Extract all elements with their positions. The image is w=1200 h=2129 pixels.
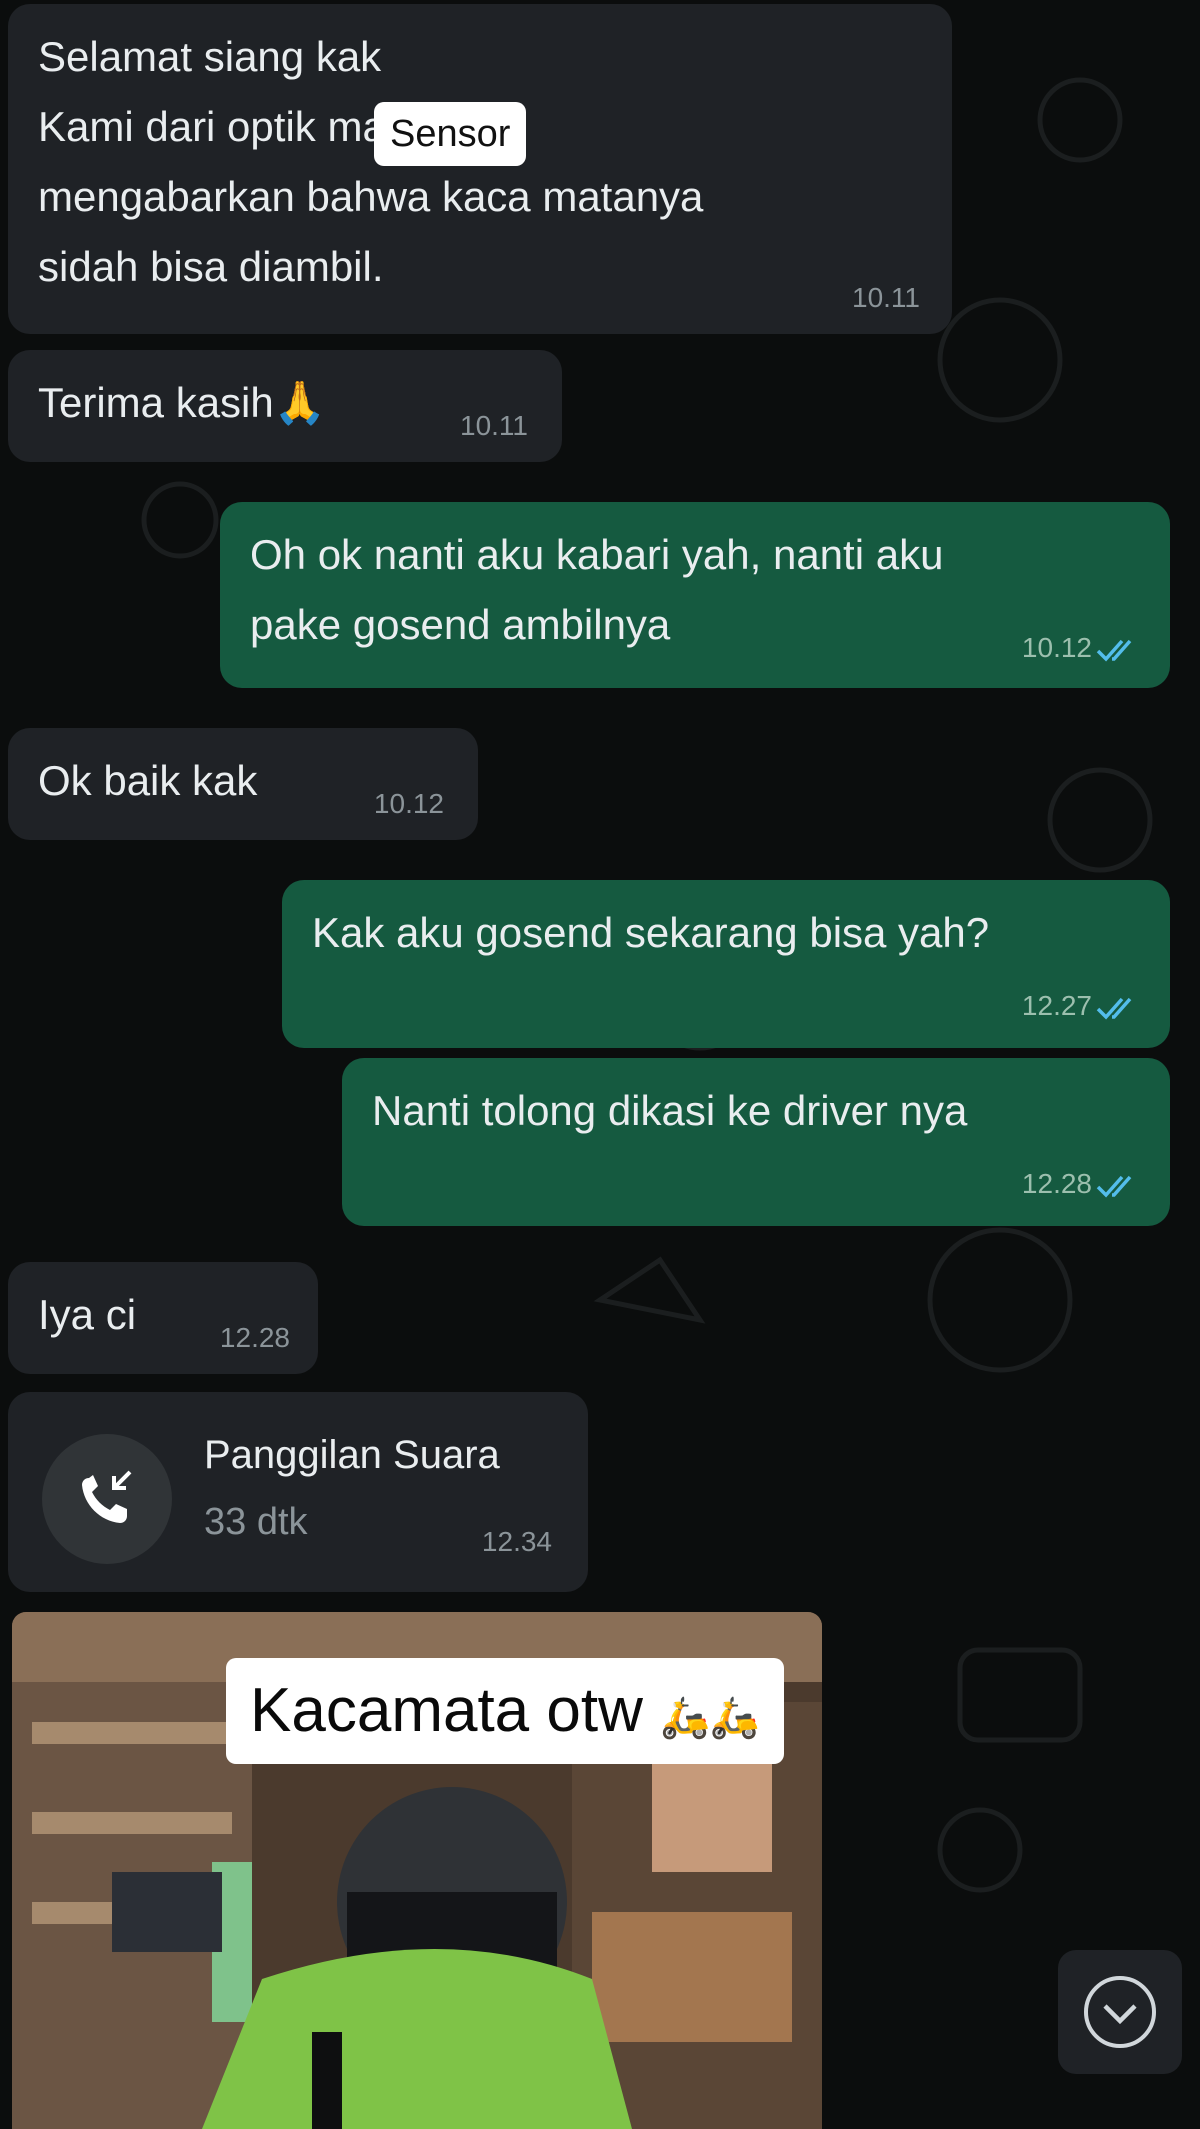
- message-bubble-incoming[interactable]: Iya ci 12.28: [8, 1262, 318, 1374]
- message-time: 12.28: [219, 1322, 290, 1353]
- chevron-down-icon: [1084, 1976, 1156, 2048]
- message-time: 10.11: [852, 282, 920, 313]
- voice-call-bubble[interactable]: Panggilan Suara 33 dtk 12.34: [8, 1392, 588, 1592]
- call-icon-circle: [42, 1434, 172, 1564]
- message-text: Ok baik kak: [38, 757, 258, 804]
- photo-caption: Kacamata otw 🛵🛵: [226, 1658, 784, 1764]
- scooter-emoji: 🛵🛵: [660, 1696, 760, 1740]
- message-time: 10.12: [373, 788, 444, 819]
- read-ticks-icon: [1096, 639, 1132, 662]
- call-duration: 33 dtk: [204, 1501, 308, 1543]
- message-text: Iya ci: [38, 1291, 137, 1338]
- message-bubble-outgoing[interactable]: Kak aku gosend sekarang bisa yah? 12.27: [282, 880, 1170, 1048]
- message-time: 12.27: [1022, 990, 1142, 1022]
- message-time: 12.28: [1022, 1168, 1142, 1200]
- scroll-to-bottom-button[interactable]: [1058, 1950, 1182, 2074]
- read-ticks-icon: [1096, 1175, 1132, 1198]
- phone-incoming-icon: [82, 1470, 132, 1523]
- message-bubble-outgoing[interactable]: Oh ok nanti aku kabari yah, nanti aku pa…: [220, 502, 1170, 688]
- message-time: 10.12: [1022, 632, 1142, 664]
- call-title: Panggilan Suara: [204, 1433, 500, 1477]
- message-text: Terima kasih🙏: [38, 379, 327, 426]
- message-text: Selamat siang kak Kami dari optik mau me…: [38, 33, 704, 290]
- message-text: Oh ok nanti aku kabari yah, nanti aku pa…: [250, 531, 944, 648]
- message-time: 10.11: [460, 410, 528, 441]
- message-text: Nanti tolong dikasi ke driver nya: [372, 1087, 968, 1134]
- message-bubble-incoming[interactable]: Terima kasih🙏 10.11: [8, 350, 562, 462]
- message-bubble-incoming[interactable]: Selamat siang kak Kami dari optik mau me…: [8, 4, 952, 334]
- message-bubble-outgoing[interactable]: Nanti tolong dikasi ke driver nya 12.28: [342, 1058, 1170, 1226]
- message-bubble-incoming[interactable]: Ok baik kak 10.12: [8, 728, 478, 840]
- message-text: Kak aku gosend sekarang bisa yah?: [312, 909, 990, 956]
- message-time: 12.34: [481, 1526, 552, 1557]
- read-ticks-icon: [1096, 997, 1132, 1020]
- censor-label: Sensor: [374, 102, 527, 166]
- pray-emoji: 🙏: [273, 379, 327, 426]
